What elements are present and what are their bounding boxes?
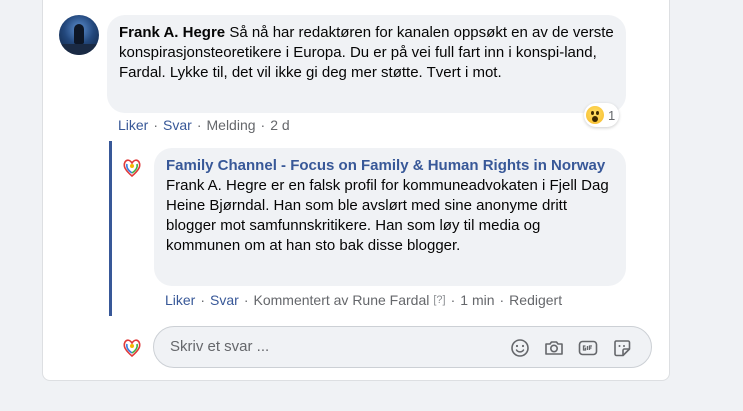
comment-timestamp[interactable]: 2 d [270,117,289,133]
commented-by-help[interactable]: [?] [433,294,445,306]
reply-thread-line [109,141,112,316]
reply-button[interactable]: Svar [163,117,192,133]
reply-timestamp[interactable]: 1 min [460,292,494,308]
reply-input-placeholder: Skriv et svar ... [170,338,270,355]
reply-like-button[interactable]: Liker [165,292,195,308]
reaction-summary[interactable]: 1 [584,103,620,127]
reply-input[interactable]: Skriv et svar ... [153,326,652,368]
reply-bubble: Family Channel - Focus on Family & Human… [154,148,626,286]
reply-actions: Liker · Svar · Kommentert av Rune Fardal… [165,292,563,308]
commenter-avatar[interactable] [59,15,99,55]
page-logo-avatar[interactable] [120,155,144,179]
edited-label[interactable]: Redigert [509,292,562,308]
comment-author[interactable]: Frank A. Hegre [119,24,225,41]
reply-reply-button[interactable]: Svar [210,292,239,308]
comment-actions: Liker · Svar · Melding · 2 d [118,117,290,133]
comment-bubble: Frank A. Hegre Så nå har redaktøren for … [107,15,626,113]
like-button[interactable]: Liker [118,117,148,133]
wow-reaction-icon [586,106,604,124]
emoji-icon[interactable] [509,337,531,359]
gif-icon[interactable] [577,337,599,359]
commented-by-label: Kommentert av Rune Fardal [253,292,430,308]
reply-author[interactable]: Family Channel - Focus on Family & Human… [166,157,605,174]
composer-avatar [120,335,144,359]
reaction-count: 1 [608,107,616,123]
message-button[interactable]: Melding [207,117,256,133]
reply-text: Frank A. Hegre er en falsk profil for ko… [166,177,609,254]
camera-icon[interactable] [543,337,565,359]
sticker-icon[interactable] [611,337,633,359]
